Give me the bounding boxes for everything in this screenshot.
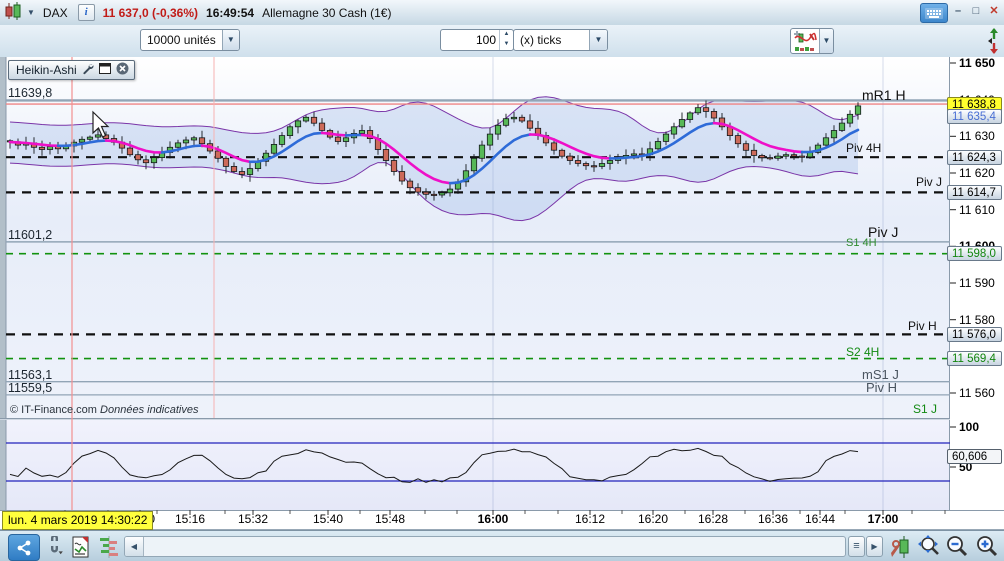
scroll-right-arrow[interactable]: ▶ [866, 536, 883, 557]
link-windows-button[interactable] [42, 534, 68, 559]
level-price-label: 11559,5 [8, 380, 53, 395]
pivot-label: mR1 H [862, 87, 906, 103]
time-axis-label: 16:36 [757, 512, 789, 526]
minimize-button[interactable]: – [950, 3, 966, 21]
timeframe-select[interactable]: (x) ticks ▼ [513, 29, 608, 51]
pivot-label: Piv H [866, 380, 898, 395]
tick-count-stepper[interactable]: ▲▼ [440, 29, 514, 51]
chart-overlay: Heikin-Ashi © IT-Finance.com Données ind… [0, 57, 1004, 530]
price-axis-tick: 11 630 [959, 129, 995, 144]
clock: 16:49:54 [206, 5, 255, 20]
timeframe-value: (x) ticks [520, 33, 562, 47]
price-axis-badge: 11 635,4 [947, 109, 1002, 125]
wrench-icon[interactable] [82, 63, 94, 78]
zoom-fit-button[interactable] [916, 534, 942, 559]
time-axis-label: 16:12 [574, 512, 606, 526]
pivot-label: Piv 4H [846, 141, 882, 155]
chevron-down-icon[interactable]: ▼ [221, 30, 239, 50]
price-axis-tick: 11 620 [959, 166, 995, 180]
time-axis-label: 16:28 [697, 512, 729, 526]
scrollbar-menu-button[interactable]: ≡ [848, 536, 865, 557]
price-axis-tick: 11 590 [959, 276, 995, 291]
instrument-dropdown-caret[interactable]: ▼ [27, 8, 35, 17]
level-price-label: 11601,2 [8, 227, 53, 242]
last-price: 11 637,0 (-0,36%) [102, 5, 199, 20]
pivot-label: S2 4H [846, 345, 880, 359]
indicator-value-badge: 60,606 [947, 448, 1002, 464]
tick-count-input[interactable] [441, 30, 499, 50]
chart-toolbar: 10000 unités ▼ ▲▼ (x) ticks ▼ ▼ [0, 25, 1004, 58]
order-book-button[interactable] [96, 534, 122, 559]
chart-region: Heikin-Ashi © IT-Finance.com Données ind… [0, 57, 1004, 530]
bottom-toolbar: ◀ ≡ ▶ [0, 530, 1004, 561]
close-button[interactable]: ✕ [986, 3, 1002, 21]
time-axis-label: 16:44 [804, 512, 836, 526]
level-price-label: 11563,1 [8, 367, 53, 382]
instrument-candles-icon [4, 2, 24, 23]
cursor-date-badge: lun. 4 mars 2019 14:30:22 [2, 511, 154, 530]
price-axis-tick: 11 560 [959, 386, 995, 401]
price-axis-tick: 11 610 [959, 202, 995, 217]
info-button[interactable]: i [77, 4, 95, 21]
keyboard-icon[interactable] [920, 3, 948, 23]
quantity-value: 10000 unités [147, 33, 216, 47]
chevron-down-icon[interactable]: ▼ [589, 30, 607, 50]
pivot-label: Piv J [916, 175, 943, 189]
symbol-label[interactable]: DAX [43, 6, 68, 20]
indicator-axis-tick: 100 [959, 420, 980, 434]
share-button[interactable] [8, 534, 40, 561]
time-axis-label: 15:40 [312, 512, 344, 526]
price-axis-badge: 11 569,4 [947, 351, 1002, 367]
price-axis-tick: 11 580 [959, 312, 995, 327]
price-axis-badge: 11 576,0 [947, 326, 1002, 342]
tab-label: Heikin-Ashi [16, 63, 77, 77]
quantity-select[interactable]: 10000 unités ▼ [140, 29, 240, 51]
detach-window-icon[interactable] [98, 63, 111, 77]
level-price-label: 11639,8 [8, 86, 53, 101]
time-axis-label: 15:32 [237, 512, 269, 526]
chart-style-icon [791, 29, 819, 53]
time-axis-label: 16:00 [477, 512, 509, 526]
chart-style-button[interactable]: ▼ [790, 28, 834, 54]
price-axis-tick: 11 650 [959, 56, 996, 70]
close-icon[interactable] [116, 62, 129, 78]
pivot-label: S1 4H [846, 237, 877, 249]
price-axis-badge: 11 598,0 [947, 246, 1002, 262]
zoom-out-button[interactable] [944, 534, 970, 559]
pivot-label: S1 J [913, 402, 938, 416]
news-button[interactable] [68, 534, 94, 559]
titlebar: ▼ DAX i 11 637,0 (-0,36%) 16:49:54 Allem… [0, 0, 1004, 26]
instrument-name: Allemagne 30 Cash (1€) [262, 5, 392, 20]
window-controls: – □ ✕ [920, 3, 1002, 23]
pivot-label: Piv H [908, 319, 937, 333]
time-axis-label: 15:48 [374, 512, 406, 526]
maximize-button[interactable]: □ [968, 3, 984, 21]
indicator-tab-heikin-ashi[interactable]: Heikin-Ashi [8, 60, 135, 80]
time-axis-label: 17:00 [867, 512, 899, 526]
zoom-in-button[interactable] [974, 534, 1000, 559]
disclaimer: Données indicatives [100, 404, 199, 416]
price-axis-badge: 11 614,7 [947, 184, 1002, 200]
time-axis-label: 16:20 [637, 512, 669, 526]
copyright-note: © IT-Finance.com Données indicatives [10, 404, 199, 416]
stepper-arrows[interactable]: ▲ ▼ [499, 30, 513, 50]
horizontal-scrollbar[interactable]: ◀ [124, 536, 846, 557]
time-axis-label: 15:16 [174, 512, 206, 526]
trading-window: ▼ DAX i 11 637,0 (-0,36%) 16:49:54 Allem… [0, 0, 1004, 561]
chart-settings-button[interactable] [888, 534, 914, 559]
price-axis-badge: 11 624,3 [947, 149, 1002, 165]
chevron-down-icon[interactable]: ▼ [819, 29, 833, 53]
scroll-left-arrow[interactable]: ◀ [125, 537, 144, 556]
